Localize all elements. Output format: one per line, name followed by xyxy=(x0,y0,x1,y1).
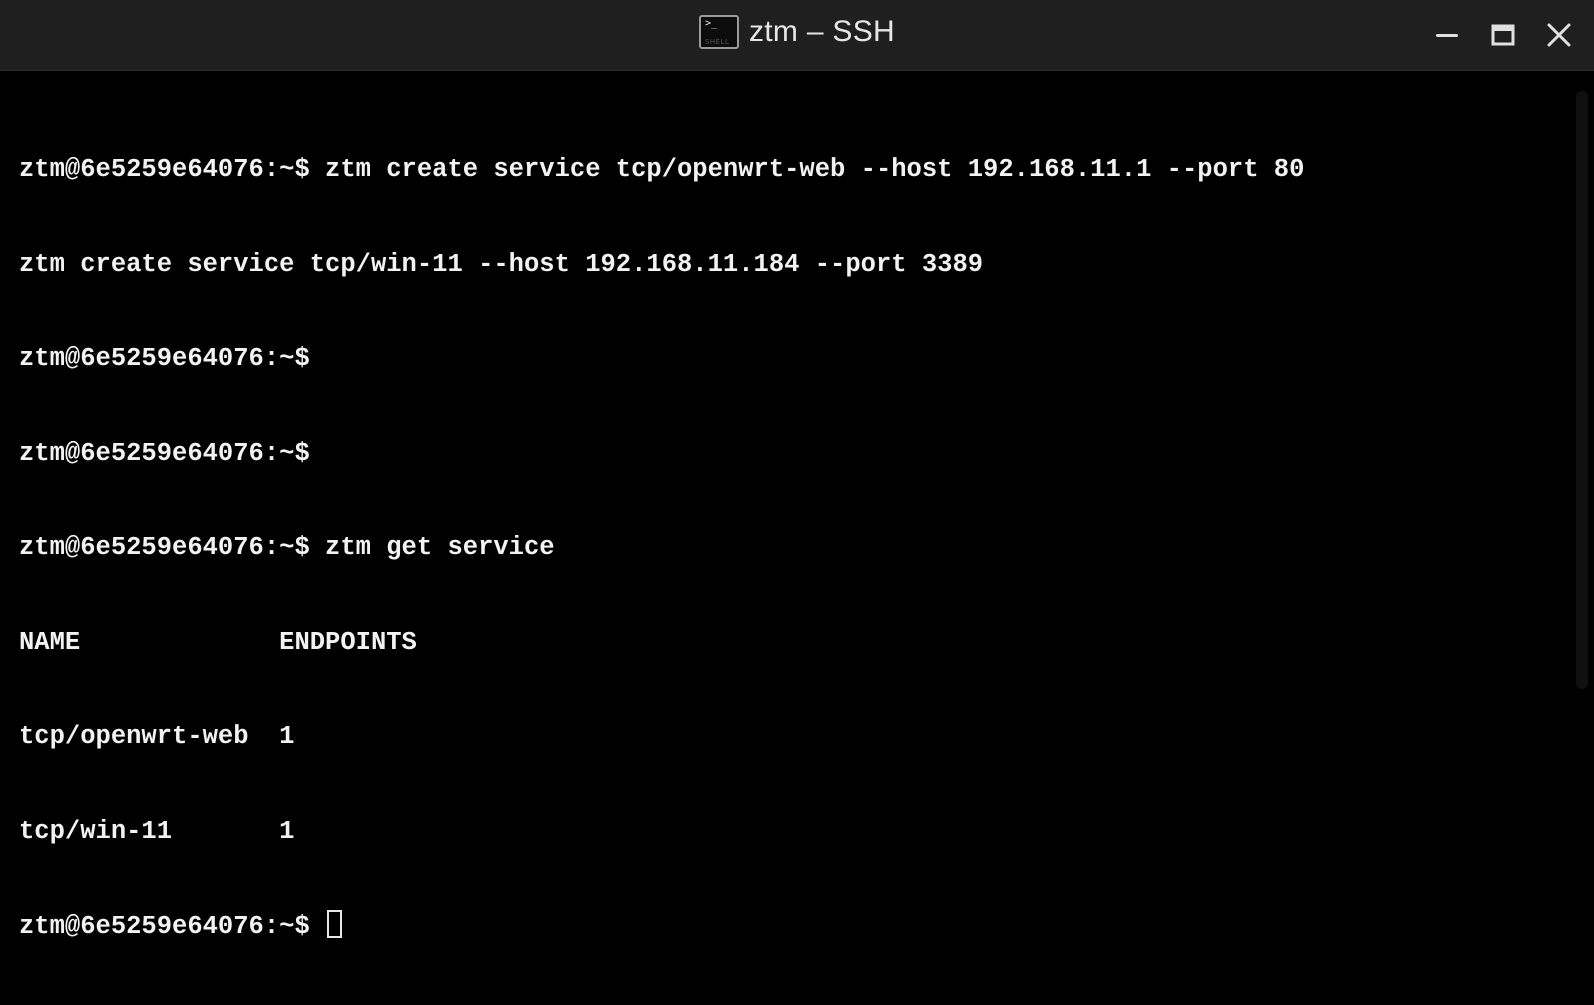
terminal-icon: >_ SHELL xyxy=(698,15,739,49)
terminal-prompt-line[interactable]: ztm@6e5259e64076:~$ xyxy=(19,910,1304,942)
terminal-line: ztm@6e5259e64076:~$ ztm get service xyxy=(19,533,555,562)
terminal-line: tcp/openwrt-web 1 xyxy=(19,722,295,751)
terminal-scrollbar[interactable] xyxy=(1576,91,1588,689)
minimize-button[interactable] xyxy=(1426,14,1468,56)
maximize-icon xyxy=(1491,24,1515,46)
icon-label: SHELL xyxy=(704,38,730,46)
terminal-cursor xyxy=(327,910,343,938)
terminal-line: ztm@6e5259e64076:~$ xyxy=(19,344,310,373)
title-center: >_ SHELL ztm – SSH xyxy=(0,0,1594,64)
terminal-line: tcp/win-11 1 xyxy=(19,816,295,846)
terminal-line: ztm create service tcp/win-11 --host 192… xyxy=(19,249,984,279)
close-button[interactable] xyxy=(1538,14,1580,56)
terminal-line: ztm@6e5259e64076:~$ xyxy=(19,438,310,468)
terminal-output: ztm@6e5259e64076:~$ ztm create service t… xyxy=(19,91,1304,1005)
terminal-line: ztm@6e5259e64076:~$ ztm create service t… xyxy=(19,155,1305,184)
icon-prompt: >_ xyxy=(704,18,717,29)
maximize-button[interactable] xyxy=(1482,14,1524,56)
window-title: ztm – SSH xyxy=(748,15,896,48)
terminal-prompt: ztm@6e5259e64076:~$ xyxy=(19,912,326,941)
terminal-line: NAME ENDPOINTS xyxy=(19,627,417,657)
terminal-area[interactable]: ztm@6e5259e64076:~$ ztm create service t… xyxy=(0,71,1594,941)
title-bar[interactable]: >_ SHELL ztm – SSH xyxy=(0,0,1594,71)
window-controls xyxy=(1426,14,1580,56)
close-icon xyxy=(1547,23,1571,47)
minimize-icon xyxy=(1436,34,1458,37)
